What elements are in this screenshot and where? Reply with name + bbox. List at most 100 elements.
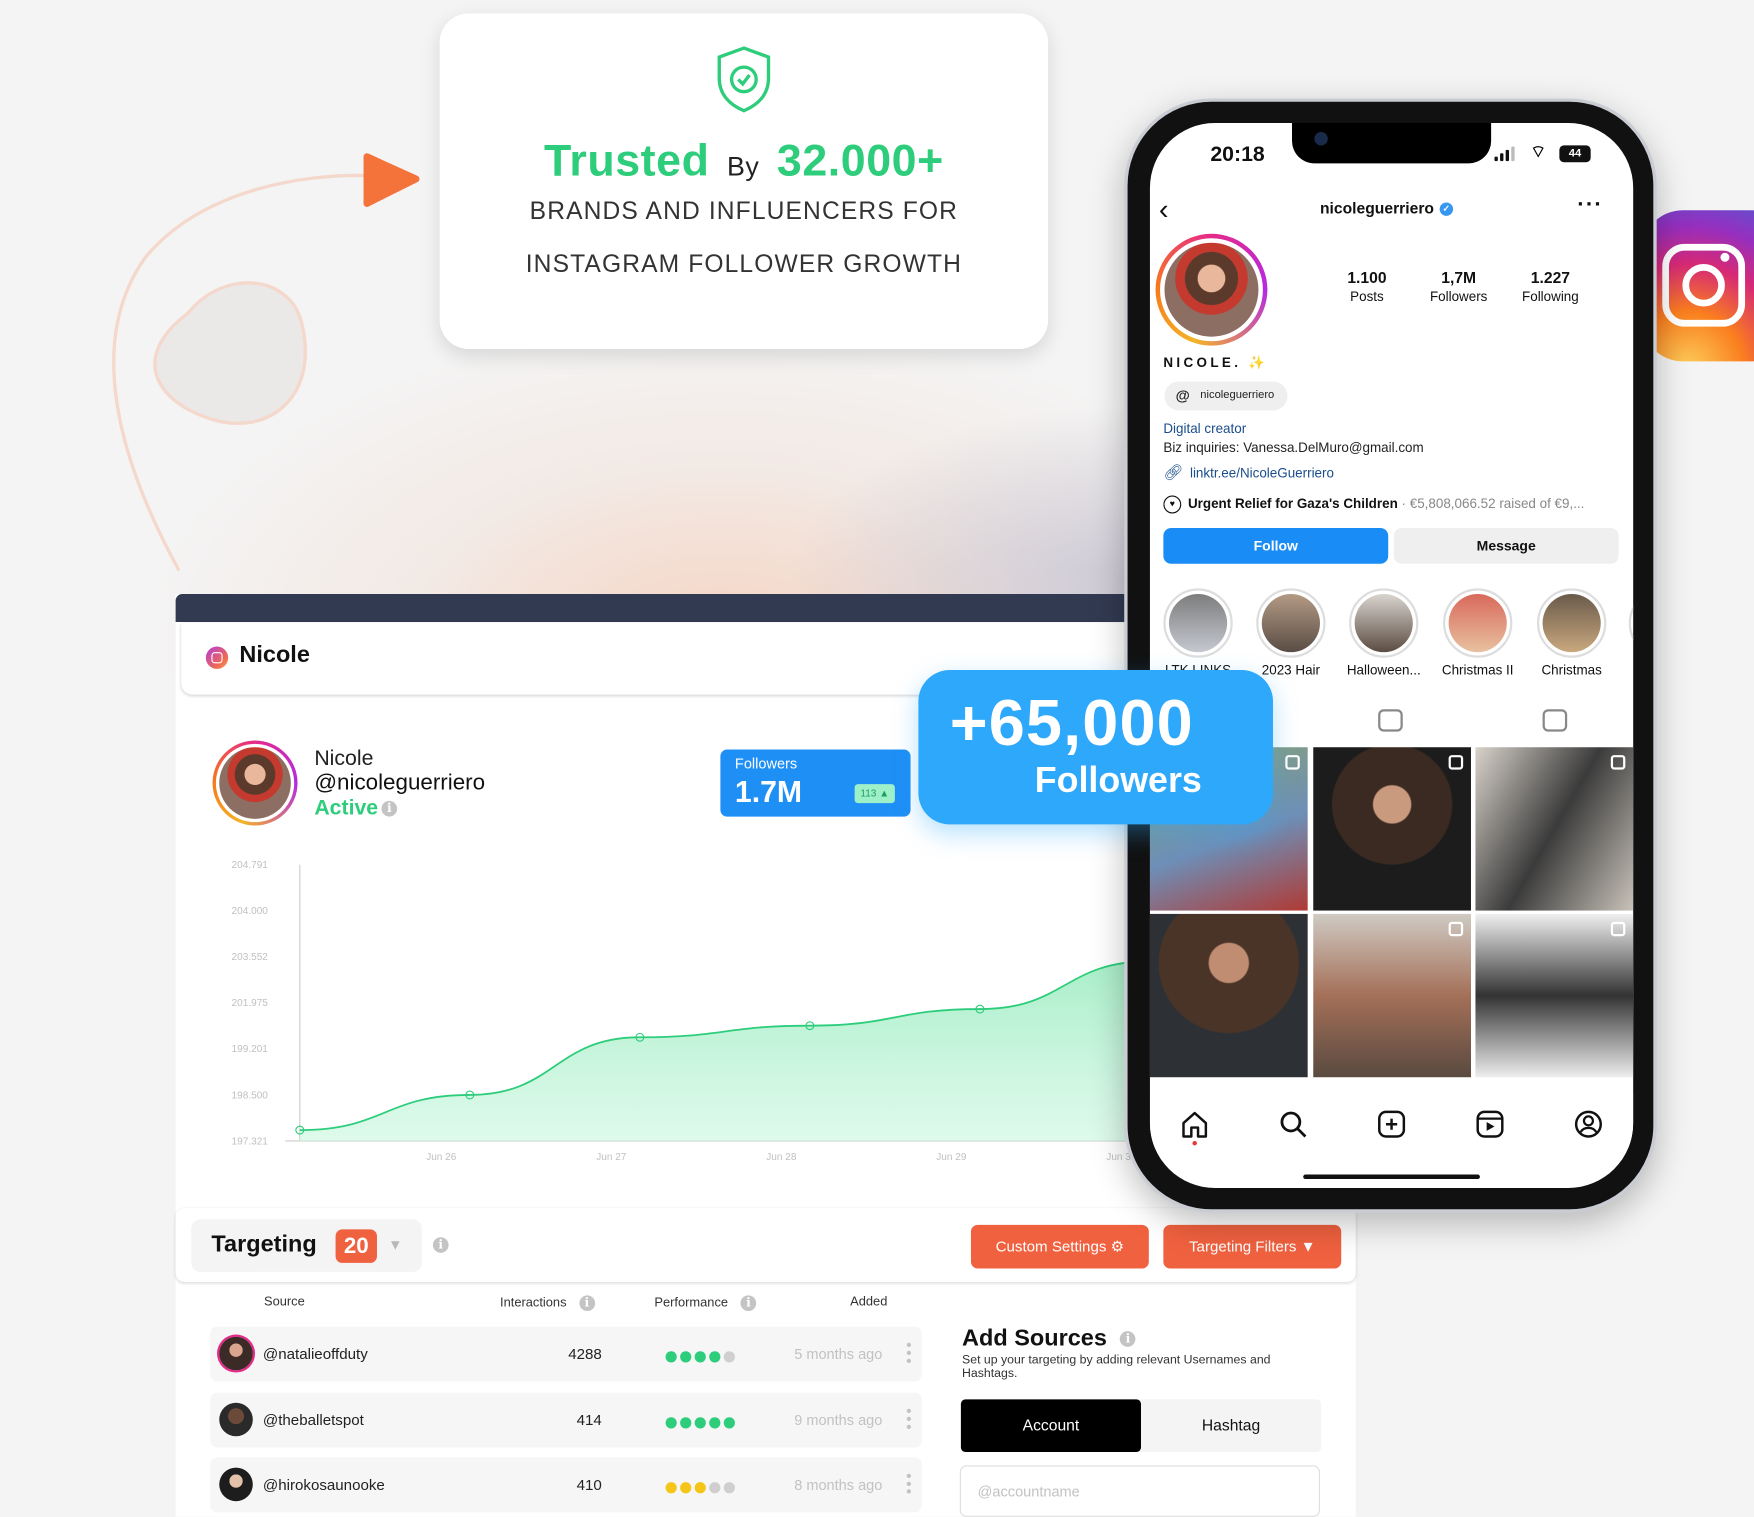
fundraiser-icon: ♥ bbox=[1163, 495, 1182, 514]
performance-dot bbox=[680, 1482, 692, 1494]
post-thumbnail[interactable] bbox=[1149, 913, 1308, 1078]
post-type-icon bbox=[1285, 755, 1300, 770]
kebab-menu-icon[interactable]: • • • bbox=[906, 1403, 911, 1434]
tagged-tab-icon[interactable] bbox=[1542, 709, 1568, 732]
info-icon[interactable]: i bbox=[579, 1295, 595, 1312]
targeting-count-badge: 20 bbox=[335, 1229, 377, 1263]
post-thumbnail[interactable] bbox=[1475, 913, 1634, 1078]
highlight-cover bbox=[1536, 588, 1607, 658]
message-button[interactable]: Message bbox=[1393, 527, 1619, 564]
info-icon[interactable]: i bbox=[740, 1295, 757, 1312]
link-icon: 🔗︎ bbox=[1163, 463, 1184, 482]
performance-dot bbox=[694, 1482, 706, 1494]
followers-card: Followers 1.7M 113 ▲ bbox=[720, 749, 911, 817]
trust-line-2: INSTAGRAM FOLLOWER GROWTH bbox=[525, 249, 963, 278]
stat-value: 1.100 bbox=[1347, 268, 1387, 287]
trust-word: Trusted bbox=[543, 136, 710, 186]
threads-link[interactable]: @ nicoleguerriero bbox=[1164, 381, 1288, 411]
performance-dot bbox=[694, 1417, 706, 1429]
custom-settings-button[interactable]: Custom Settings ⚙ bbox=[970, 1224, 1149, 1269]
ig-avatar[interactable] bbox=[1155, 233, 1268, 346]
dashboard-header-bar bbox=[175, 593, 1138, 622]
performance-rating bbox=[665, 1414, 739, 1434]
column-interactions: Interactions i bbox=[500, 1295, 595, 1312]
follow-button[interactable]: Follow bbox=[1163, 527, 1389, 564]
notification-dot bbox=[1192, 1140, 1197, 1146]
source-name[interactable]: @hirokosaunooke bbox=[263, 1477, 385, 1494]
stat-following[interactable]: 1.227 Following bbox=[1506, 268, 1595, 304]
table-row[interactable]: @theballetspot 414 9 months ago • • • bbox=[210, 1392, 922, 1448]
kebab-menu-icon[interactable]: • • • bbox=[906, 1337, 911, 1368]
phone-notch bbox=[1292, 123, 1492, 164]
reels-tab-icon[interactable] bbox=[1378, 709, 1403, 732]
highlight-label: Christmas bbox=[1541, 662, 1602, 678]
story-highlight[interactable]: Christmas bbox=[1535, 588, 1609, 678]
instagram-icon bbox=[205, 646, 229, 669]
performance-dot bbox=[665, 1351, 677, 1363]
signal-icon bbox=[1500, 153, 1504, 162]
performance-dot bbox=[709, 1351, 721, 1363]
post-thumbnail[interactable] bbox=[1475, 747, 1634, 911]
column-source: Source bbox=[263, 1295, 305, 1309]
story-highlight[interactable]: LTK LINKS bbox=[1161, 588, 1235, 678]
table-row[interactable]: @natalieoffduty 4288 5 months ago • • • bbox=[210, 1326, 922, 1382]
info-icon[interactable]: i bbox=[432, 1237, 449, 1253]
x-tick-label: Jun 29 bbox=[936, 1152, 967, 1163]
story-highlight[interactable]: C bbox=[1626, 588, 1634, 677]
source-added: 9 months ago bbox=[794, 1411, 883, 1429]
tab-hashtag[interactable]: Hashtag bbox=[1141, 1399, 1321, 1452]
home-icon[interactable] bbox=[1180, 1110, 1209, 1139]
performance-dot bbox=[709, 1417, 721, 1429]
targeting-filters-button[interactable]: Targeting Filters ▼ bbox=[1163, 1224, 1342, 1269]
post-type-icon bbox=[1610, 921, 1626, 937]
source-avatar bbox=[219, 1467, 253, 1502]
source-name[interactable]: @theballetspot bbox=[263, 1412, 364, 1429]
profile-avatar bbox=[212, 740, 298, 826]
tab-account[interactable]: Account bbox=[960, 1399, 1141, 1452]
highlight-label: Christmas II bbox=[1441, 662, 1514, 678]
sparkles-icon: ✨ bbox=[1248, 354, 1266, 371]
y-tick-label: 204.791 bbox=[232, 860, 269, 871]
account-name-input[interactable] bbox=[959, 1465, 1320, 1517]
source-avatar bbox=[219, 1336, 253, 1371]
highlight-label: 2023 Hair bbox=[1261, 662, 1320, 678]
stat-followers[interactable]: 1,7M Followers bbox=[1414, 268, 1503, 304]
profile-link[interactable]: 🔗︎ linktr.ee/NicoleGuerriero bbox=[1163, 463, 1334, 482]
profile-bio: Biz inquiries: Vanessa.DelMuro@gmail.com bbox=[1163, 439, 1424, 456]
create-icon[interactable] bbox=[1377, 1110, 1406, 1139]
performance-dot bbox=[723, 1417, 735, 1429]
source-interactions: 4288 bbox=[568, 1345, 602, 1363]
info-icon[interactable]: i bbox=[381, 800, 398, 817]
performance-dot bbox=[709, 1482, 721, 1494]
profile-icon[interactable] bbox=[1574, 1110, 1603, 1139]
trust-line-1: BRANDS AND INFLUENCERS FOR bbox=[529, 196, 959, 225]
profile-name: Nicole bbox=[314, 747, 374, 771]
source-name[interactable]: @natalieoffduty bbox=[263, 1346, 368, 1363]
verified-badge-icon: ✓ bbox=[1439, 202, 1453, 217]
y-tick-label: 204.000 bbox=[232, 906, 269, 917]
info-icon[interactable]: i bbox=[1120, 1331, 1136, 1348]
reels-icon[interactable] bbox=[1475, 1110, 1504, 1139]
search-icon[interactable] bbox=[1279, 1110, 1308, 1139]
fundraiser[interactable]: ♥ Urgent Relief for Gaza's Children · €5,… bbox=[1163, 495, 1622, 514]
story-highlight[interactable]: Halloween... bbox=[1347, 588, 1421, 678]
back-icon[interactable]: ‹ bbox=[1159, 192, 1169, 227]
performance-dot bbox=[694, 1351, 706, 1363]
table-row[interactable]: @hirokosaunooke 410 8 months ago • • • bbox=[210, 1457, 922, 1513]
kebab-menu-icon[interactable]: • • • bbox=[906, 1468, 911, 1499]
post-type-icon bbox=[1610, 755, 1626, 770]
targeting-dropdown[interactable]: Targeting 20 ▼ bbox=[191, 1219, 422, 1272]
performance-dot bbox=[665, 1417, 677, 1429]
post-thumbnail[interactable] bbox=[1312, 913, 1471, 1078]
source-avatar bbox=[219, 1402, 253, 1437]
profile-status: Active i bbox=[314, 796, 398, 821]
story-highlight[interactable]: 2023 Hair bbox=[1254, 588, 1328, 678]
status-icons: ⌔ 44 bbox=[1494, 143, 1606, 163]
more-options-icon[interactable]: ··· bbox=[1577, 192, 1603, 218]
stat-posts[interactable]: 1.100 Posts bbox=[1322, 268, 1411, 304]
instagram-profile-screen: 20:18 ⌔ 44 ‹ nicoleguerriero ✓ ··· 1.100 P… bbox=[1149, 123, 1634, 1188]
wifi-icon: ⌔ bbox=[1530, 143, 1547, 163]
story-highlight[interactable]: Christmas II bbox=[1441, 588, 1515, 678]
profile-handle: @nicoleguerriero bbox=[314, 770, 486, 796]
post-thumbnail[interactable] bbox=[1312, 747, 1471, 911]
